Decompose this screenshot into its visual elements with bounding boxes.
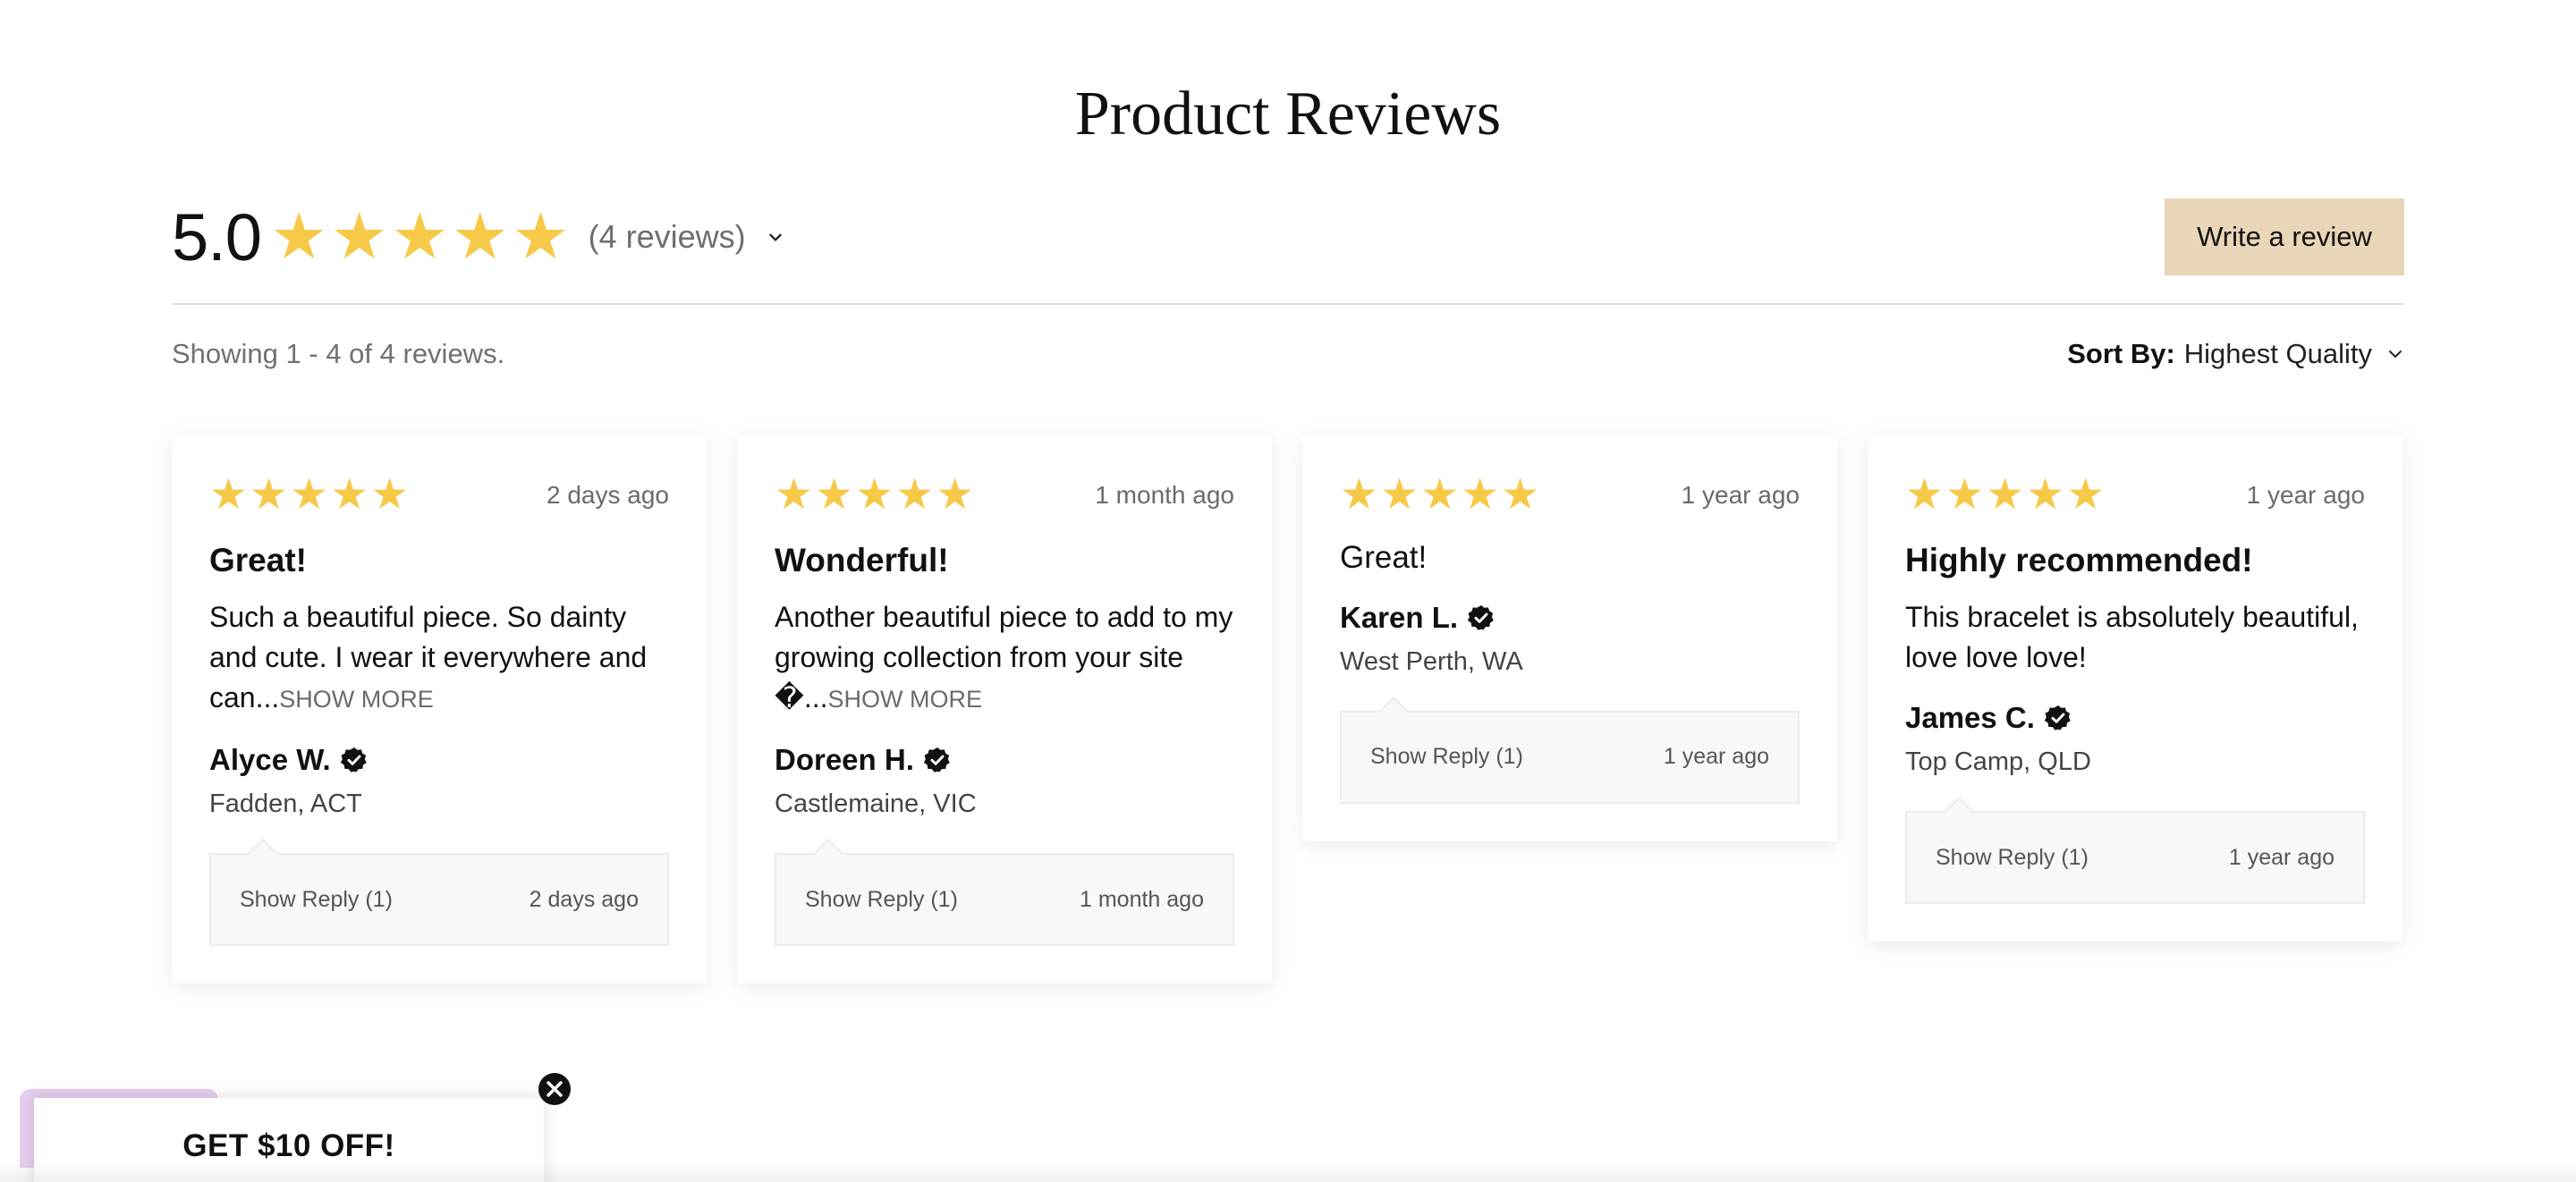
show-reply-button[interactable]: Show Reply (1) <box>1936 845 2089 871</box>
verified-badge-icon <box>2044 705 2071 730</box>
review-date: 1 year ago <box>2246 481 2365 509</box>
reviewer-location: West Perth, WA <box>1340 646 1523 676</box>
showing-count: Showing 1 - 4 of 4 reviews. <box>172 338 505 369</box>
review-stars: ★ ★ ★ ★ ★ <box>209 474 411 517</box>
star-icon: ★ <box>209 471 249 519</box>
review-body: This bracelet is absolutely beautiful, l… <box>1905 597 2365 678</box>
review-date: 1 year ago <box>1681 481 1800 509</box>
review-count: (4 reviews) <box>588 218 746 255</box>
page-title: Product Reviews <box>1074 80 1502 148</box>
star-icon: ★ <box>775 471 814 519</box>
review-card: ★ ★ ★ ★ ★ 1 month ago Wonderful! Another… <box>737 435 1272 984</box>
show-more-link[interactable]: SHOW MORE <box>827 686 982 713</box>
reviewer-name: Alyce W. <box>209 743 331 777</box>
show-more-link[interactable]: SHOW MORE <box>279 686 434 713</box>
review-stars: ★ ★ ★ ★ ★ <box>1905 474 2106 517</box>
show-reply-button[interactable]: Show Reply (1) <box>240 887 393 913</box>
reply-date: 1 year ago <box>1663 744 1769 770</box>
star-icon: ★ <box>1986 471 2025 519</box>
chevron-down-icon <box>2389 350 2402 358</box>
sort-dropdown[interactable]: Sort By: Highest Quality <box>2067 338 2404 370</box>
reviewer-location: Top Camp, QLD <box>1905 747 2091 777</box>
reviewer-name: Doreen H. <box>775 743 914 777</box>
review-date: 1 month ago <box>1095 481 1234 509</box>
review-body: Another beautiful piece to add to my gro… <box>775 597 1234 720</box>
review-text: This bracelet is absolutely beautiful, l… <box>1905 601 2359 674</box>
show-reply-button[interactable]: Show Reply (1) <box>1370 744 1523 770</box>
star-icon: ★ <box>390 201 449 273</box>
sort-value: Highest Quality <box>2183 338 2372 369</box>
star-icon: ★ <box>512 201 570 273</box>
star-icon: ★ <box>269 201 328 273</box>
chevron-down-icon[interactable] <box>766 227 785 247</box>
star-icon: ★ <box>1380 471 1419 519</box>
verified-badge-icon <box>340 747 367 773</box>
review-card: ★ ★ ★ ★ ★ 1 year ago Highly recommended!… <box>1868 435 2402 942</box>
reply-box: Show Reply (1) 1 year ago <box>1905 811 2365 905</box>
star-icon: ★ <box>250 471 289 519</box>
star-icon: ★ <box>1905 471 1945 519</box>
review-stars: ★ ★ ★ ★ ★ <box>775 474 976 517</box>
rating-summary[interactable]: 5.0 ★ ★ ★ ★ ★ (4 reviews) <box>172 198 785 275</box>
star-icon: ★ <box>451 201 510 273</box>
star-icon: ★ <box>2026 471 2065 519</box>
reply-date: 1 year ago <box>2228 844 2334 870</box>
review-title: Highly recommended! <box>1905 542 2253 578</box>
bottom-edge <box>0 1159 2576 1182</box>
reviewer-location: Fadden, ACT <box>209 789 362 819</box>
average-rating: 5.0 <box>172 199 262 274</box>
reply-box: Show Reply (1) 1 month ago <box>775 853 1234 947</box>
star-icon: ★ <box>1340 471 1379 519</box>
star-icon: ★ <box>2066 471 2106 519</box>
summary-stars: ★ ★ ★ ★ ★ <box>270 205 572 269</box>
close-icon[interactable] <box>537 1071 572 1107</box>
star-icon: ★ <box>1461 471 1500 519</box>
sort-label: Sort By: <box>2067 338 2175 369</box>
star-icon: ★ <box>1420 471 1460 519</box>
review-stars: ★ ★ ★ ★ ★ <box>1340 474 1541 517</box>
review-card: ★ ★ ★ ★ ★ 2 days ago Great! Such a beaut… <box>172 435 707 984</box>
reviews-page: Product Reviews 5.0 ★ ★ ★ ★ ★ (4 reviews… <box>0 0 2576 1182</box>
divider <box>172 303 2404 305</box>
star-icon: ★ <box>936 471 975 519</box>
star-icon: ★ <box>330 201 388 273</box>
review-title: Wonderful! <box>775 542 949 578</box>
reply-date: 2 days ago <box>529 886 639 912</box>
star-icon: ★ <box>290 471 329 519</box>
review-card: ★ ★ ★ ★ ★ 1 year ago Great! Karen L. Wes… <box>1302 435 1837 841</box>
reply-box: Show Reply (1) 2 days ago <box>209 853 669 947</box>
reviewer-name: James C. <box>1905 701 2035 735</box>
star-icon: ★ <box>330 471 369 519</box>
star-icon: ★ <box>1945 471 1985 519</box>
star-icon: ★ <box>815 471 854 519</box>
star-icon: ★ <box>855 471 894 519</box>
review-body: Such a beautiful piece. So dainty and cu… <box>209 597 669 720</box>
verified-badge-icon <box>1467 604 1494 630</box>
review-date: 2 days ago <box>547 481 669 509</box>
review-title: Great! <box>209 542 307 578</box>
verified-badge-icon <box>923 747 950 773</box>
show-reply-button[interactable]: Show Reply (1) <box>805 887 958 913</box>
star-icon: ★ <box>370 471 410 519</box>
reviewer-location: Castlemaine, VIC <box>775 789 977 819</box>
write-review-button[interactable]: Write a review <box>2165 198 2404 275</box>
star-icon: ★ <box>895 471 935 519</box>
reply-box: Show Reply (1) 1 year ago <box>1340 710 1800 804</box>
reviewer-name: Karen L. <box>1340 600 1459 634</box>
review-title: Great! <box>1340 540 1428 575</box>
star-icon: ★ <box>1501 471 1540 519</box>
reply-date: 1 month ago <box>1080 886 1204 912</box>
